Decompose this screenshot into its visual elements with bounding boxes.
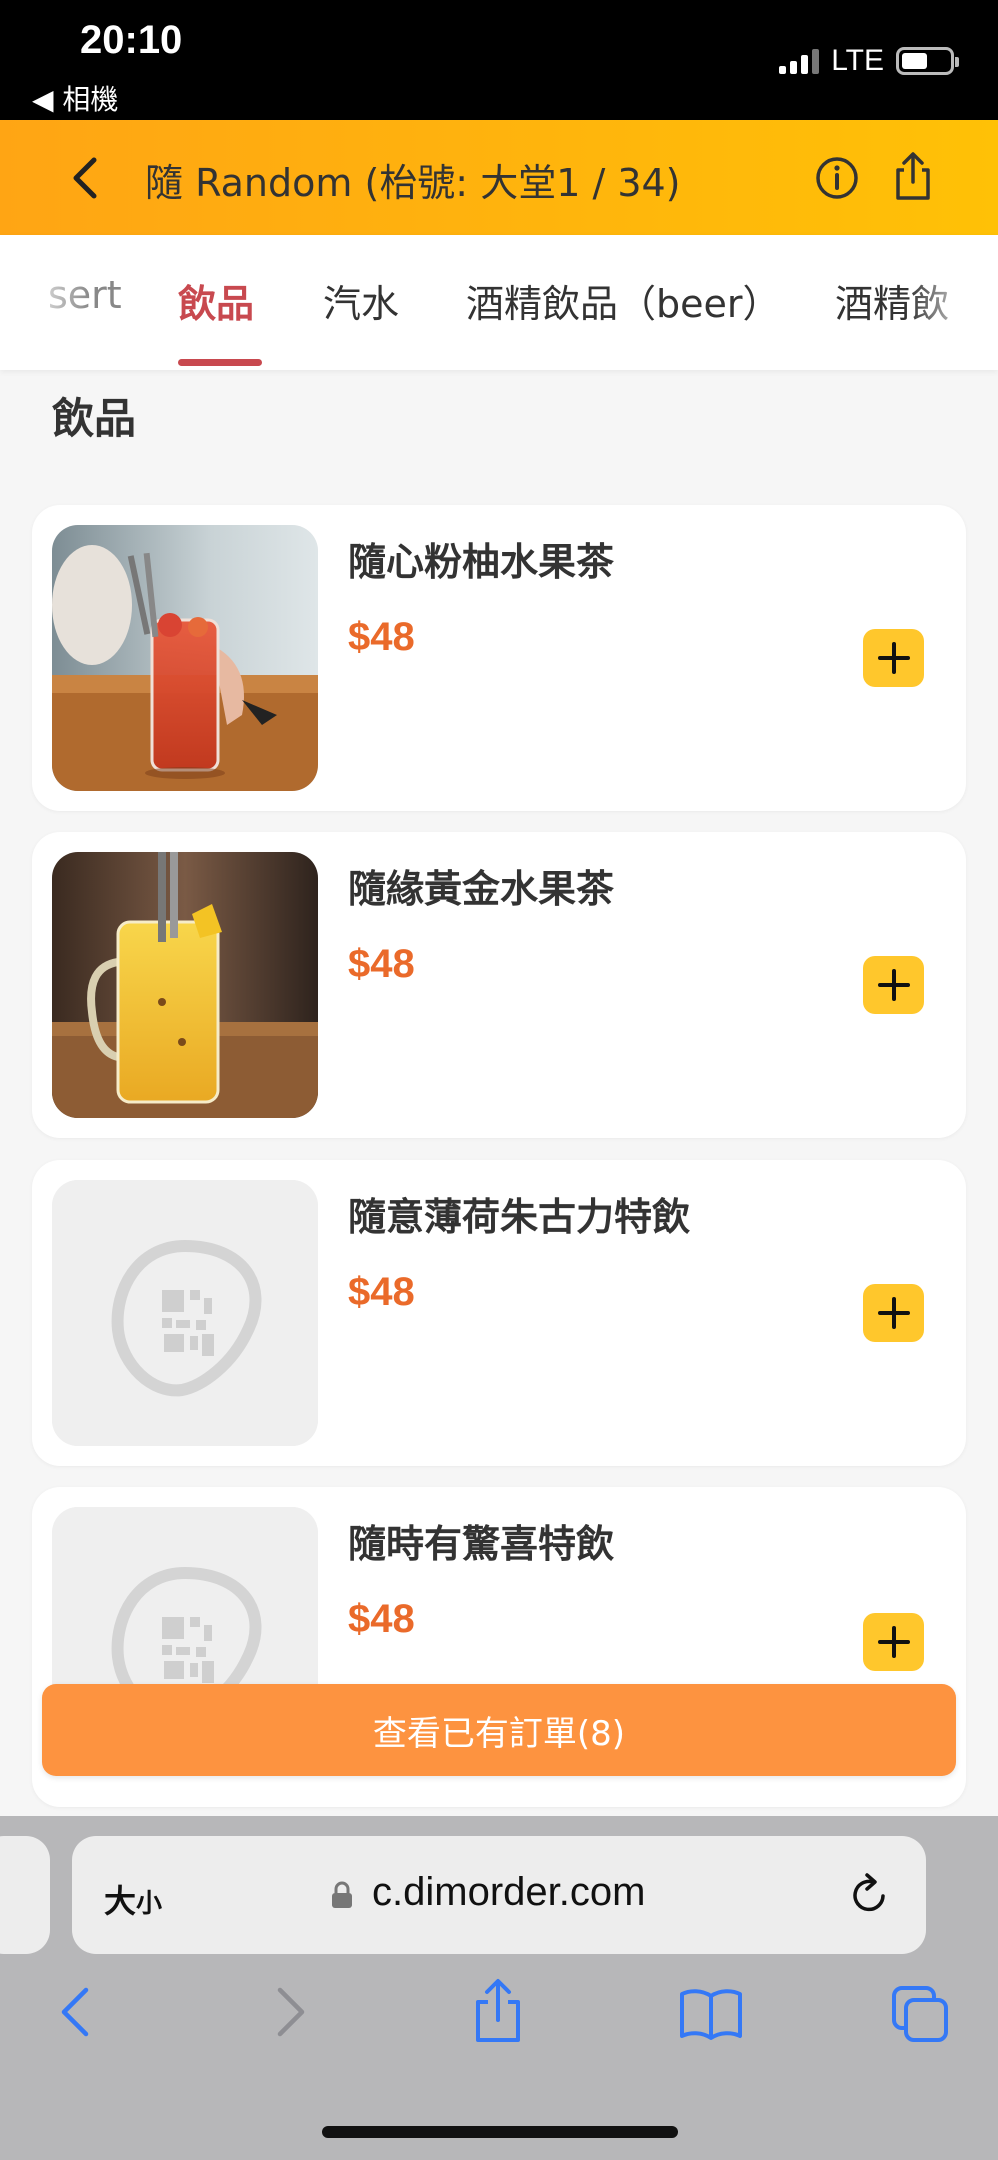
reload-icon[interactable]: [847, 1870, 893, 1920]
plus-icon: [877, 1297, 910, 1329]
tabs-fade-left: [0, 235, 90, 370]
add-to-cart-button[interactable]: [863, 629, 924, 687]
text-size-large-label: 大: [104, 1882, 137, 1920]
tabs-fade-right: [908, 235, 998, 370]
address-bar[interactable]: 大小 c.dimorder.com: [72, 1836, 926, 1954]
menu-item-card[interactable]: 隨緣黃金水果茶 $48: [32, 832, 966, 1138]
item-photo: [52, 852, 318, 1118]
status-time: 20:10: [80, 18, 183, 62]
add-to-cart-button[interactable]: [863, 956, 924, 1014]
lock-icon: [332, 1881, 352, 1908]
item-name: 隨緣黃金水果茶: [348, 867, 615, 911]
plus-icon: [877, 969, 910, 1001]
chevron-left-icon[interactable]: [62, 150, 112, 206]
status-indicators: LTE: [779, 44, 959, 78]
plus-icon: [877, 642, 910, 674]
item-price: $48: [348, 942, 415, 986]
cellular-signal-icon: [779, 48, 820, 74]
share-icon[interactable]: [890, 150, 936, 204]
app-header: 隨 Random (枱號: 大堂1 / 34): [0, 120, 998, 235]
item-name: 隨時有驚喜特飲: [348, 1522, 615, 1566]
tab-soda[interactable]: 汽水: [323, 273, 399, 328]
url-text: c.dimorder.com: [372, 1870, 646, 1914]
bookmarks-icon[interactable]: [678, 1986, 744, 2042]
active-tab-indicator: [178, 359, 262, 366]
previous-tab-preview[interactable]: [0, 1836, 50, 1954]
item-photo: [52, 525, 318, 791]
tab-alcohol-beer[interactable]: 酒精飲品（beer）: [466, 273, 781, 328]
item-price: $48: [348, 1597, 415, 1641]
text-size-button[interactable]: 大小: [104, 1876, 162, 1922]
back-arrow-icon[interactable]: [56, 1984, 96, 2040]
text-size-small-label: 小: [136, 1889, 163, 1919]
back-to-app-link[interactable]: ◀ 相機: [32, 78, 118, 118]
battery-level: [902, 53, 927, 69]
network-type: LTE: [831, 44, 884, 77]
page-title: 隨 Random (枱號: 大堂1 / 34): [145, 161, 681, 205]
item-photo-placeholder: [52, 1180, 318, 1446]
plus-icon: [877, 1626, 910, 1658]
share-icon[interactable]: [470, 1976, 526, 2046]
item-price: $48: [348, 615, 415, 659]
category-tabs: sert 飲品 汽水 酒精飲品（beer） 酒精飲: [0, 235, 998, 370]
menu-item-card[interactable]: 隨意薄荷朱古力特飲 $48: [32, 1160, 966, 1466]
item-price: $48: [348, 1270, 415, 1314]
info-icon[interactable]: [814, 155, 860, 201]
section-title: 飲品: [52, 394, 137, 443]
forward-arrow-icon[interactable]: [270, 1984, 310, 2040]
menu-item-card[interactable]: 隨心粉柚水果茶 $48: [32, 505, 966, 811]
item-name: 隨心粉柚水果茶: [348, 540, 615, 584]
placeholder-logo-icon: [52, 1180, 318, 1446]
tabs-icon[interactable]: [890, 1984, 952, 2044]
browser-toolbar: 大小 c.dimorder.com: [0, 1816, 998, 2160]
status-bar: 20:10 ◀ 相機 LTE: [0, 0, 998, 120]
battery-icon: [896, 47, 959, 75]
add-to-cart-button[interactable]: [863, 1613, 924, 1671]
add-to-cart-button[interactable]: [863, 1284, 924, 1342]
tab-drinks[interactable]: 飲品: [178, 273, 254, 328]
item-name: 隨意薄荷朱古力特飲: [348, 1195, 691, 1239]
view-orders-button[interactable]: 查看已有訂單(8): [42, 1684, 956, 1776]
home-indicator: [322, 2126, 678, 2138]
